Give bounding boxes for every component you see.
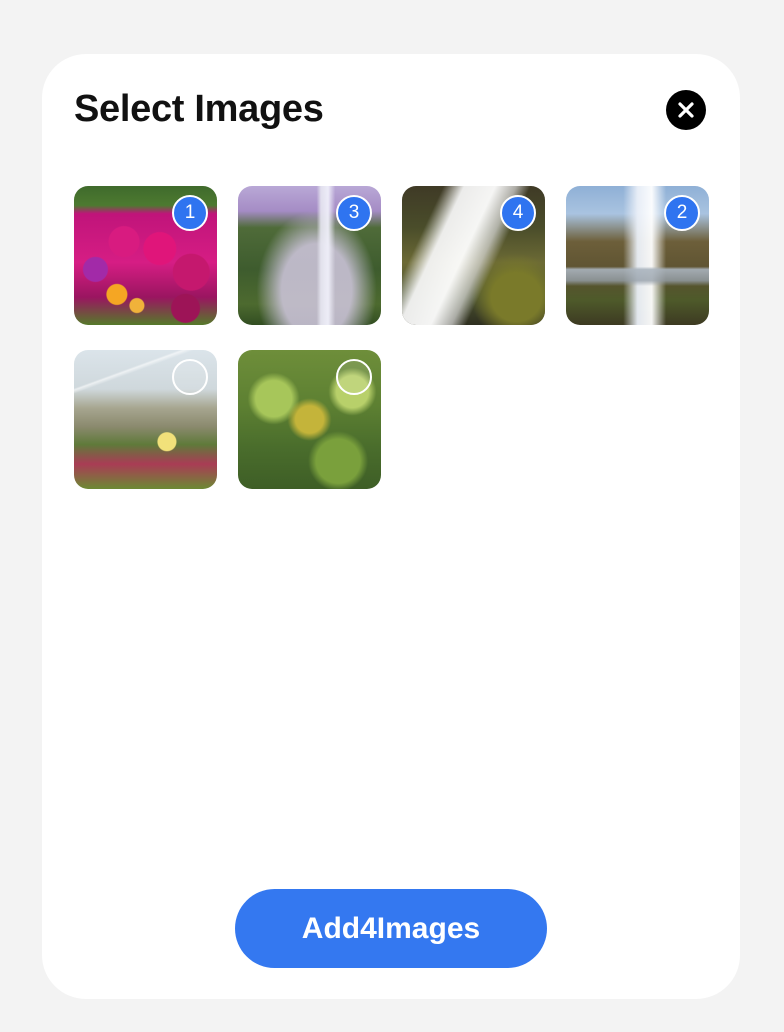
image-thumb-5[interactable]	[74, 350, 217, 489]
selection-circle-5	[172, 359, 208, 395]
selection-badge-4: 2	[664, 195, 700, 231]
selection-badge-1: 1	[172, 195, 208, 231]
close-icon	[678, 102, 694, 118]
close-button[interactable]	[666, 90, 706, 130]
selection-badge-2: 3	[336, 195, 372, 231]
image-thumb-4[interactable]: 2	[566, 186, 709, 325]
image-thumb-3[interactable]: 4	[402, 186, 545, 325]
selection-badge-3: 4	[500, 195, 536, 231]
image-thumb-6[interactable]	[238, 350, 381, 489]
selection-circle-6	[336, 359, 372, 395]
dialog-title: Select Images	[74, 88, 324, 130]
select-images-dialog: Select Images 1 3 4 2 Add4Images	[42, 54, 740, 999]
image-thumb-2[interactable]: 3	[238, 186, 381, 325]
image-thumb-1[interactable]: 1	[74, 186, 217, 325]
add-images-button[interactable]: Add4Images	[235, 889, 547, 968]
